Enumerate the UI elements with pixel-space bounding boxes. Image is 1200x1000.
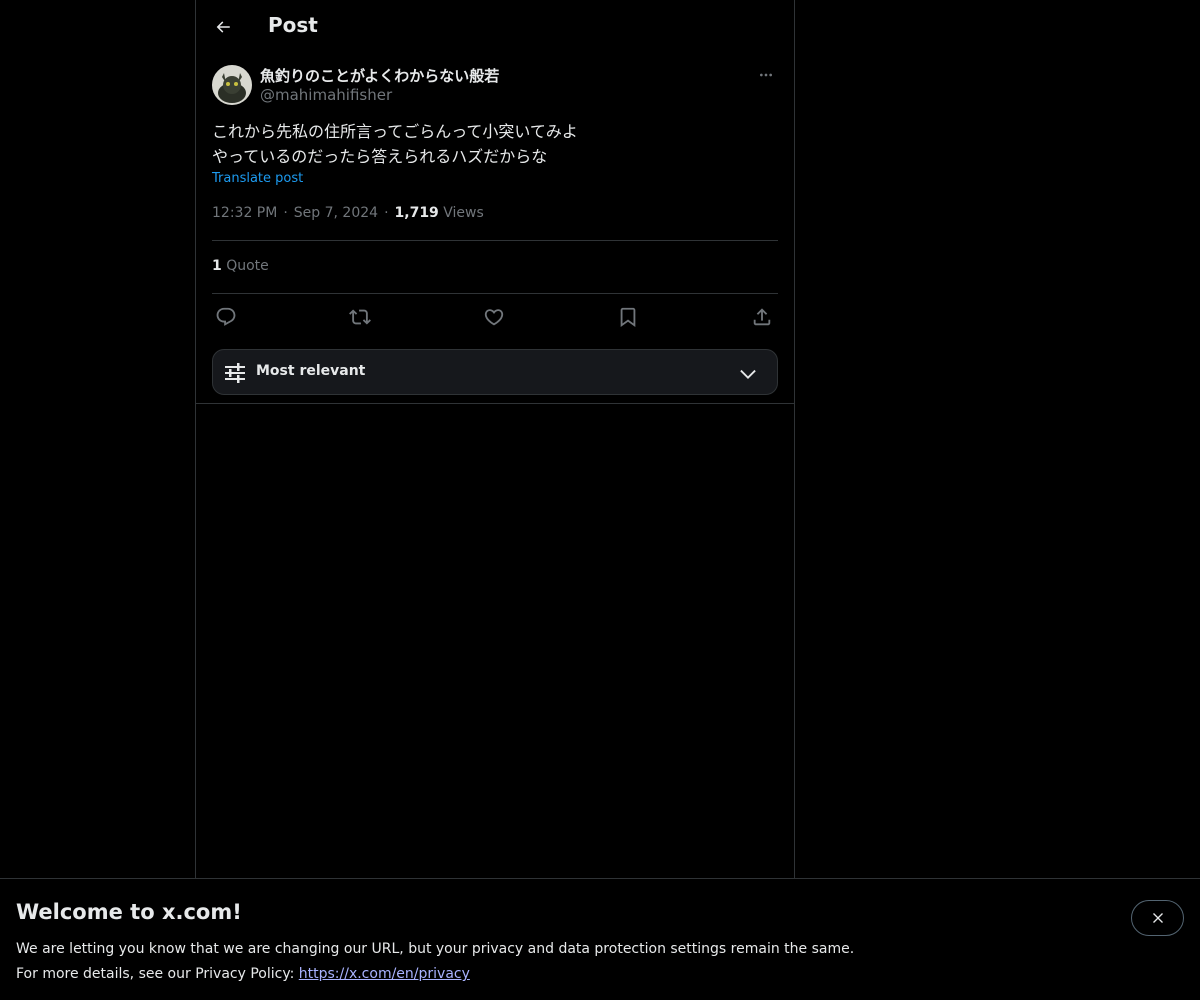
divider (196, 403, 794, 404)
page-title: Post (268, 13, 318, 37)
sort-replies-dropdown[interactable]: Most relevant (212, 349, 778, 395)
post-meta: 12:32 PM · Sep 7, 2024 · 1,719 Views (212, 205, 484, 221)
separator-dot: · (384, 205, 389, 221)
divider (212, 240, 778, 241)
reply-button[interactable] (212, 303, 240, 331)
author-display-name[interactable]: 魚釣りのことがよくわからない般若 (260, 65, 499, 86)
post-header: Post (196, 0, 794, 54)
post-column: Post 魚釣りのことがよくわからない般若 @mahimahifisher これ… (195, 0, 795, 878)
banner-title: Welcome to x.com! (16, 900, 242, 924)
post-time[interactable]: 12:32 PM (212, 205, 277, 221)
chevron-down-icon (740, 369, 756, 379)
ellipsis-icon (760, 73, 772, 77)
share-button[interactable] (748, 303, 776, 331)
sort-label: Most relevant (256, 363, 366, 379)
like-button[interactable] (480, 303, 508, 331)
quote-count: 1 (212, 258, 222, 274)
avatar-image (212, 65, 252, 105)
bookmark-button[interactable] (614, 303, 642, 331)
share-icon (753, 308, 771, 326)
separator-dot: · (283, 205, 288, 221)
post-actions (212, 303, 778, 331)
post-date[interactable]: Sep 7, 2024 (294, 205, 378, 221)
banner-text: We are letting you know that we are chan… (16, 937, 854, 987)
quotes-link[interactable]: 1 Quote (212, 258, 269, 274)
quote-label: Quote (226, 258, 269, 274)
repost-button[interactable] (346, 303, 374, 331)
divider (212, 293, 778, 294)
post-text: これから先私の住所言ってごらんって小突いてみよ やっているのだったら答えられるハズ… (212, 119, 778, 169)
avatar[interactable] (212, 65, 252, 105)
privacy-policy-link[interactable]: https://x.com/en/privacy (299, 966, 470, 982)
sliders-icon (225, 363, 245, 383)
close-icon (1152, 913, 1163, 923)
post-text-line-1: これから先私の住所言ってごらんって小突いてみよ (212, 122, 578, 141)
banner-line-2: For more details, see our Privacy Policy… (16, 966, 299, 982)
arrow-left-icon (216, 21, 230, 33)
views-count: 1,719 (394, 205, 439, 221)
banner-close-button[interactable] (1131, 900, 1184, 936)
author-handle[interactable]: @mahimahifisher (260, 86, 392, 104)
post-text-line-2: やっているのだったら答えられるハズだからな (212, 147, 548, 166)
post-author: 魚釣りのことがよくわからない般若 @mahimahifisher (212, 65, 778, 109)
heart-icon (484, 309, 504, 326)
views-label: Views (443, 205, 484, 221)
banner-line-1: We are letting you know that we are chan… (16, 941, 855, 957)
repost-icon (349, 309, 371, 325)
translate-post-link[interactable]: Translate post (212, 171, 303, 186)
reply-icon (216, 307, 236, 326)
url-change-banner: Welcome to x.com! We are letting you kno… (0, 878, 1200, 1000)
bookmark-icon (620, 307, 636, 328)
back-button[interactable] (206, 10, 240, 44)
more-options-button[interactable] (754, 65, 778, 85)
